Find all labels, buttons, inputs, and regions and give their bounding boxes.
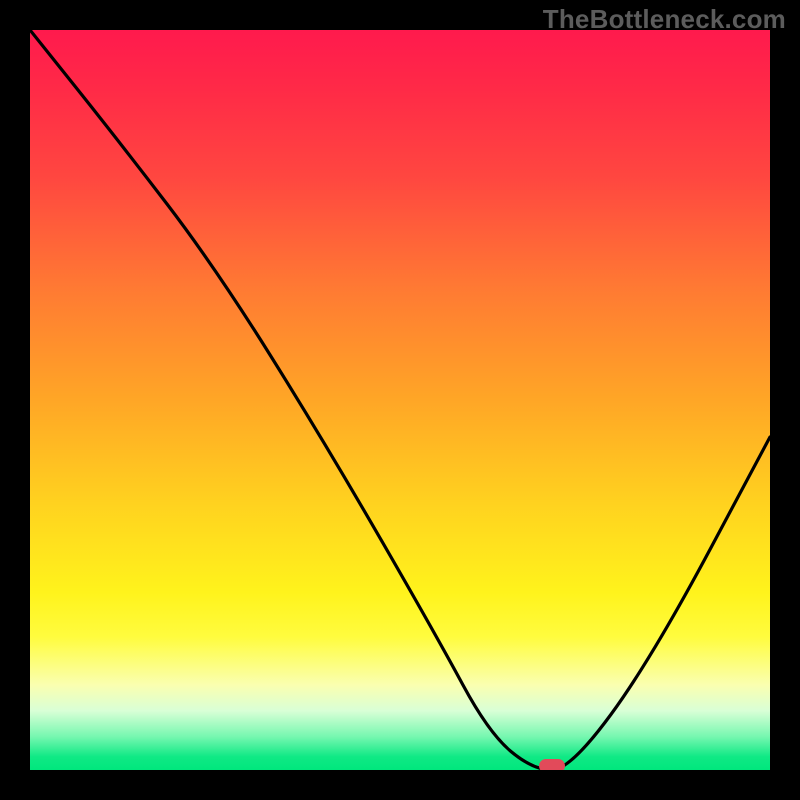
optimum-marker bbox=[539, 759, 565, 770]
curve-path bbox=[30, 30, 770, 770]
watermark-text: TheBottleneck.com bbox=[543, 4, 786, 35]
curve-overlay bbox=[30, 30, 770, 770]
chart-frame: TheBottleneck.com bbox=[0, 0, 800, 800]
plot-area bbox=[30, 30, 770, 770]
